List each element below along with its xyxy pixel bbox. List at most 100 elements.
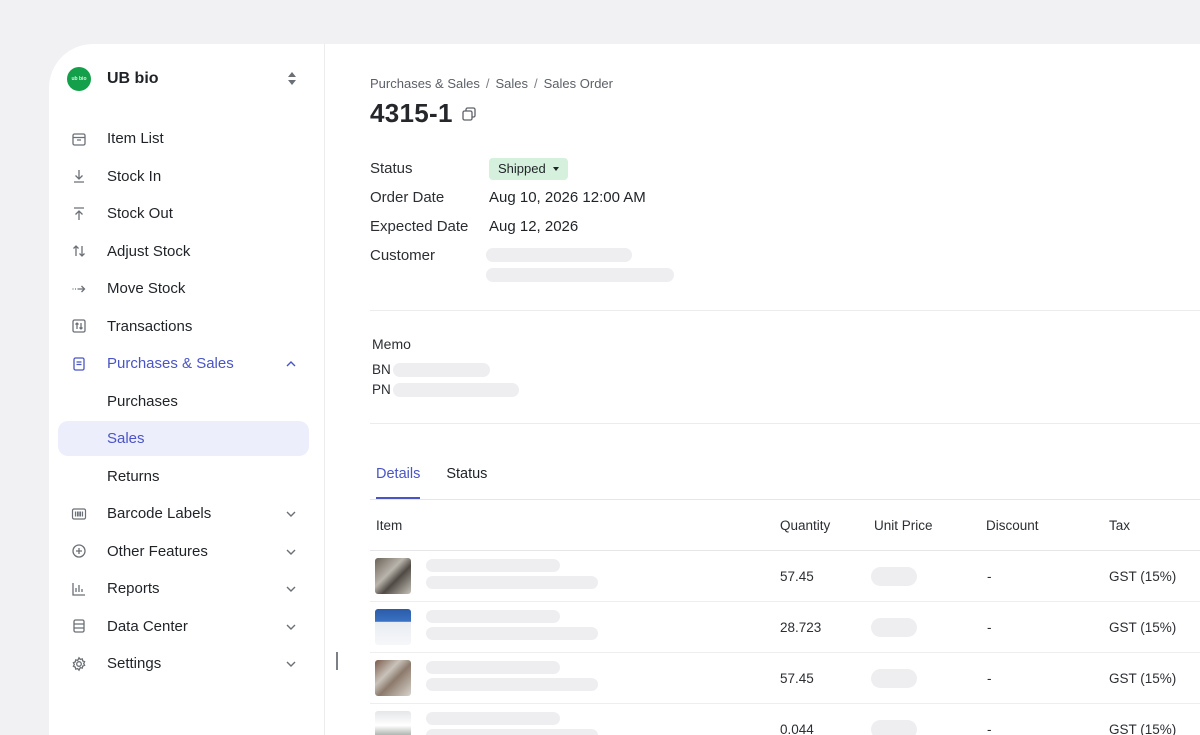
- sidebar-item-purchases[interactable]: Purchases: [58, 384, 309, 419]
- table-header: Item Quantity Unit Price Discount Tax: [370, 500, 1200, 551]
- caret-down-icon: [552, 166, 559, 171]
- sidebar-item-label: Adjust Stock: [107, 242, 191, 260]
- order-date-value: Aug 10, 2026 12:00 AM: [489, 189, 646, 206]
- sidebar-item-stock-out[interactable]: Stock Out: [58, 196, 309, 231]
- sidebar-item-settings[interactable]: Settings: [58, 646, 309, 681]
- sidebar-item-label: Reports: [107, 580, 160, 597]
- sidebar-item-stock-in[interactable]: Stock In: [58, 159, 309, 194]
- barcode-icon: [70, 505, 88, 523]
- sidebar-item-item-list[interactable]: Item List: [58, 121, 309, 156]
- sidebar-item-returns[interactable]: Returns: [58, 459, 309, 494]
- table-row[interactable]: 57.45 - GST (15%): [370, 551, 1200, 602]
- column-header-discount: Discount: [986, 518, 1039, 533]
- plus-circle-icon: [70, 542, 88, 560]
- memo-bn-line: BN: [372, 360, 490, 380]
- document-icon: [70, 355, 88, 373]
- column-header-quantity: Quantity: [780, 518, 831, 533]
- page-title: 4315-1: [370, 98, 453, 128]
- item-name-placeholder: [426, 559, 560, 572]
- row-quantity: 28.723: [780, 620, 822, 635]
- memo-bn-label: BN: [372, 362, 391, 377]
- sidebar-item-data-center[interactable]: Data Center: [58, 609, 309, 644]
- sidebar-item-label: Barcode Labels: [107, 505, 212, 522]
- customer-detail-placeholder: [486, 268, 674, 282]
- arrow-down-icon: [70, 167, 88, 185]
- table-row[interactable]: 0.044 - GST (15%): [370, 704, 1200, 735]
- order-date-label: Order Date: [370, 189, 445, 206]
- chevron-down-icon: [285, 657, 297, 669]
- items-table: Item Quantity Unit Price Discount Tax 57…: [370, 500, 1200, 735]
- sidebar-item-other-features[interactable]: Other Features: [58, 534, 309, 569]
- item-code-placeholder: [426, 729, 598, 735]
- sidebar-item-label: Purchases: [107, 392, 178, 410]
- expected-date-label: Expected Date: [370, 218, 469, 235]
- sidebar-item-label: Data Center: [107, 617, 188, 635]
- memo-section: Memo BN PN: [372, 334, 519, 400]
- sidebar-item-label: Stock In: [107, 167, 162, 185]
- status-value: Shipped: [498, 161, 546, 176]
- sidebar-item-label: Returns: [107, 467, 160, 485]
- item-thumbnail: [375, 609, 411, 645]
- gear-icon: [70, 655, 88, 673]
- sidebar-item-transactions[interactable]: Transactions: [58, 309, 309, 344]
- chevron-down-icon: [285, 582, 297, 594]
- memo-pn-placeholder: [393, 383, 519, 397]
- tab-status[interactable]: Status: [446, 466, 487, 498]
- row-tax: GST (15%): [1109, 620, 1177, 635]
- sidebar: ub bio UB bio Item List Stock In Stock O…: [49, 44, 338, 735]
- sidebar-item-label: Purchases & Sales: [107, 355, 234, 372]
- column-header-tax: Tax: [1109, 518, 1131, 533]
- unit-price-placeholder: [871, 567, 917, 586]
- memo-label: Memo: [372, 336, 411, 352]
- breadcrumb-item-sales[interactable]: Sales: [495, 76, 528, 91]
- title-row: 4315-1: [370, 98, 477, 129]
- sidebar-item-barcode-labels[interactable]: Barcode Labels: [58, 496, 309, 531]
- sidebar-item-label: Other Features: [107, 542, 208, 560]
- row-discount: -: [987, 671, 992, 686]
- sidebar-item-purchases-sales[interactable]: Purchases & Sales: [58, 346, 309, 381]
- chevron-up-icon: [285, 357, 297, 369]
- sort-arrows-icon[interactable]: [287, 71, 297, 87]
- sidebar-item-move-stock[interactable]: Move Stock: [58, 271, 309, 306]
- bar-chart-icon: [70, 580, 88, 598]
- breadcrumb-separator: /: [485, 76, 490, 91]
- table-row[interactable]: 28.723 - GST (15%): [370, 602, 1200, 653]
- row-discount: -: [987, 620, 992, 635]
- copy-icon[interactable]: [461, 106, 477, 122]
- customer-row: Customer: [370, 241, 674, 282]
- item-name-placeholder: [426, 661, 560, 674]
- swap-vertical-icon: [70, 242, 88, 260]
- order-date-row: Order Date Aug 10, 2026 12:00 AM: [370, 183, 646, 212]
- workspace-name: UB bio: [107, 70, 159, 87]
- tab-details[interactable]: Details: [376, 466, 421, 499]
- column-header-item: Item: [376, 518, 403, 533]
- sidebar-item-label: Move Stock: [107, 280, 186, 297]
- item-code-placeholder: [426, 576, 598, 589]
- chevron-down-icon: [285, 620, 297, 632]
- status-badge[interactable]: Shipped: [489, 157, 568, 180]
- status-label: Status: [370, 160, 413, 177]
- sidebar-item-sales[interactable]: Sales: [58, 421, 309, 456]
- order-fields: Status Shipped Order Date Aug 10, 2026 1…: [370, 154, 674, 282]
- sidebar-item-label: Transactions: [107, 317, 193, 335]
- status-row: Status Shipped: [370, 154, 646, 183]
- breadcrumb-item-purchases-sales[interactable]: Purchases & Sales: [370, 76, 480, 91]
- item-code-placeholder: [426, 678, 598, 691]
- tab-bar: Details Status: [376, 466, 513, 499]
- table-row[interactable]: 57.45 - GST (15%): [370, 653, 1200, 704]
- box-icon: [70, 130, 88, 148]
- row-quantity: 57.45: [780, 569, 814, 584]
- sidebar-item-reports[interactable]: Reports: [58, 571, 309, 606]
- breadcrumb: Purchases & Sales / Sales / Sales Order: [370, 76, 613, 91]
- sidebar-nav: Item List Stock In Stock Out Adjust Stoc…: [58, 121, 309, 684]
- item-thumbnail: [375, 558, 411, 594]
- expected-date-row: Expected Date Aug 12, 2026: [370, 212, 646, 241]
- sidebar-item-label: Item List: [107, 130, 164, 147]
- customer-label: Customer: [370, 247, 436, 264]
- workspace-switcher[interactable]: ub bio UB bio: [67, 66, 303, 92]
- column-header-unit-price: Unit Price: [874, 518, 933, 533]
- section-divider: [370, 423, 1200, 424]
- workspace-logo: ub bio: [67, 67, 91, 91]
- sidebar-item-adjust-stock[interactable]: Adjust Stock: [58, 234, 309, 269]
- item-code-placeholder: [426, 627, 598, 640]
